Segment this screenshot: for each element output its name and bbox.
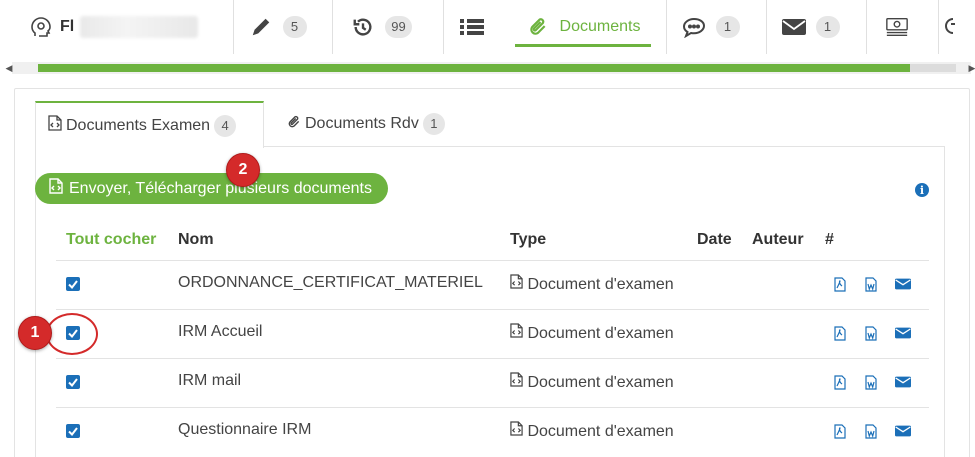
document-subtabs: Documents Examen 4 Documents Rdv 1 <box>35 101 945 148</box>
tab-history-badge: 99 <box>385 16 412 38</box>
document-type-label: Document d'examen <box>527 423 674 440</box>
tab-patient[interactable]: Fl <box>30 0 220 54</box>
tab-edit[interactable]: 5 <box>233 0 321 54</box>
document-type: Document d'examen <box>510 421 674 441</box>
row-checkbox[interactable] <box>66 424 80 438</box>
table-row: IRM Accueil Document d'examen <box>0 309 975 358</box>
pdf-icon[interactable] <box>833 276 847 292</box>
tab-documents-rdv-label: Documents Rdv <box>305 115 419 132</box>
file-code-icon <box>510 372 523 391</box>
upload-documents-label: Envoyer, Télécharger plusieurs documents <box>69 179 372 197</box>
top-tab-bar: Fl 5 99 Documents 1 1 <box>0 0 975 58</box>
tab-documents-examen[interactable]: Documents Examen 4 <box>35 101 264 148</box>
envelope-icon <box>781 15 806 39</box>
tab-documents-rdv[interactable]: Documents Rdv 1 <box>275 101 457 147</box>
send-email-icon[interactable] <box>895 374 911 390</box>
tab-comments[interactable]: 1 <box>666 0 754 54</box>
money-icon <box>885 15 909 39</box>
tab-documents-rdv-badge: 1 <box>422 113 445 135</box>
tab-patient-label: Fl <box>60 18 75 35</box>
type-column-header: Type <box>510 231 547 248</box>
file-code-icon <box>48 115 62 136</box>
step-marker: 2 <box>226 153 260 187</box>
send-email-icon[interactable] <box>895 276 911 292</box>
pdf-icon[interactable] <box>833 325 847 341</box>
list-icon <box>459 15 484 39</box>
word-icon[interactable] <box>864 276 878 292</box>
step-marker: 1 <box>18 316 52 350</box>
tab-billing[interactable] <box>866 0 926 54</box>
info-icon[interactable]: i <box>915 183 929 197</box>
file-code-icon <box>510 421 523 440</box>
tab-more[interactable] <box>938 0 975 54</box>
row-checkbox[interactable] <box>66 375 80 389</box>
tab-list[interactable] <box>443 0 499 54</box>
document-type-label: Document d'examen <box>527 374 674 391</box>
redacted-name <box>80 16 199 38</box>
send-email-icon[interactable] <box>895 423 911 439</box>
table-row: Questionnaire IRM Document d'examen <box>0 407 975 456</box>
tab-documents-examen-badge: 4 <box>214 114 237 137</box>
document-type: Document d'examen <box>510 323 674 343</box>
history-icon <box>351 15 375 39</box>
document-type-label: Document d'examen <box>527 276 674 293</box>
tabs-horizontal-scrollbar[interactable]: ◀ ▶ <box>6 62 975 74</box>
word-icon[interactable] <box>864 374 878 390</box>
row-checkbox[interactable] <box>66 277 80 291</box>
actions-column-header: # <box>825 231 834 248</box>
tab-comments-badge: 1 <box>715 16 740 38</box>
date-column-header: Date <box>697 231 732 248</box>
file-code-icon <box>510 323 523 342</box>
partial-tab-icon <box>943 15 967 39</box>
document-name: IRM mail <box>178 372 242 389</box>
scrollbar-track <box>910 64 956 72</box>
pencil-icon <box>249 15 273 39</box>
tab-documents-label: Documents <box>559 18 641 35</box>
author-column-header: Auteur <box>752 231 804 248</box>
pdf-icon[interactable] <box>833 423 847 439</box>
file-code-icon <box>49 178 63 199</box>
word-icon[interactable] <box>864 423 878 439</box>
tab-messages[interactable]: 1 <box>766 0 854 54</box>
document-name: ORDONNANCE_CERTIFICAT_MATERIEL <box>178 274 483 291</box>
highlight-ring <box>46 313 98 355</box>
tab-documents-examen-label: Documents Examen <box>66 116 211 134</box>
scrollbar-thumb[interactable] <box>38 64 910 72</box>
send-email-icon[interactable] <box>895 325 911 341</box>
upload-documents-button[interactable]: Envoyer, Télécharger plusieurs documents <box>35 173 388 204</box>
document-type-label: Document d'examen <box>527 325 674 342</box>
table-row: ORDONNANCE_CERTIFICAT_MATERIEL Document … <box>0 260 975 309</box>
word-icon[interactable] <box>864 325 878 341</box>
document-name: Questionnaire IRM <box>178 421 312 438</box>
document-name: IRM Accueil <box>178 323 263 340</box>
document-type: Document d'examen <box>510 372 674 392</box>
tab-edit-badge: 5 <box>282 16 307 38</box>
name-column-header: Nom <box>178 231 214 248</box>
table-row: IRM mail Document d'examen <box>0 358 975 407</box>
paperclip-icon <box>526 15 550 39</box>
tab-messages-badge: 1 <box>815 16 840 38</box>
document-type: Document d'examen <box>510 274 674 294</box>
active-tab-indicator <box>515 44 651 47</box>
scroll-right-icon[interactable]: ▶ <box>965 62 975 74</box>
comment-icon <box>682 15 706 39</box>
tab-history[interactable]: 99 <box>332 0 430 54</box>
pdf-icon[interactable] <box>833 374 847 390</box>
paperclip-icon <box>287 114 301 135</box>
scroll-left-icon[interactable]: ◀ <box>2 62 16 74</box>
check-all-header[interactable]: Tout cocher <box>66 231 156 249</box>
user-head-icon <box>30 15 54 39</box>
file-code-icon <box>510 274 523 293</box>
